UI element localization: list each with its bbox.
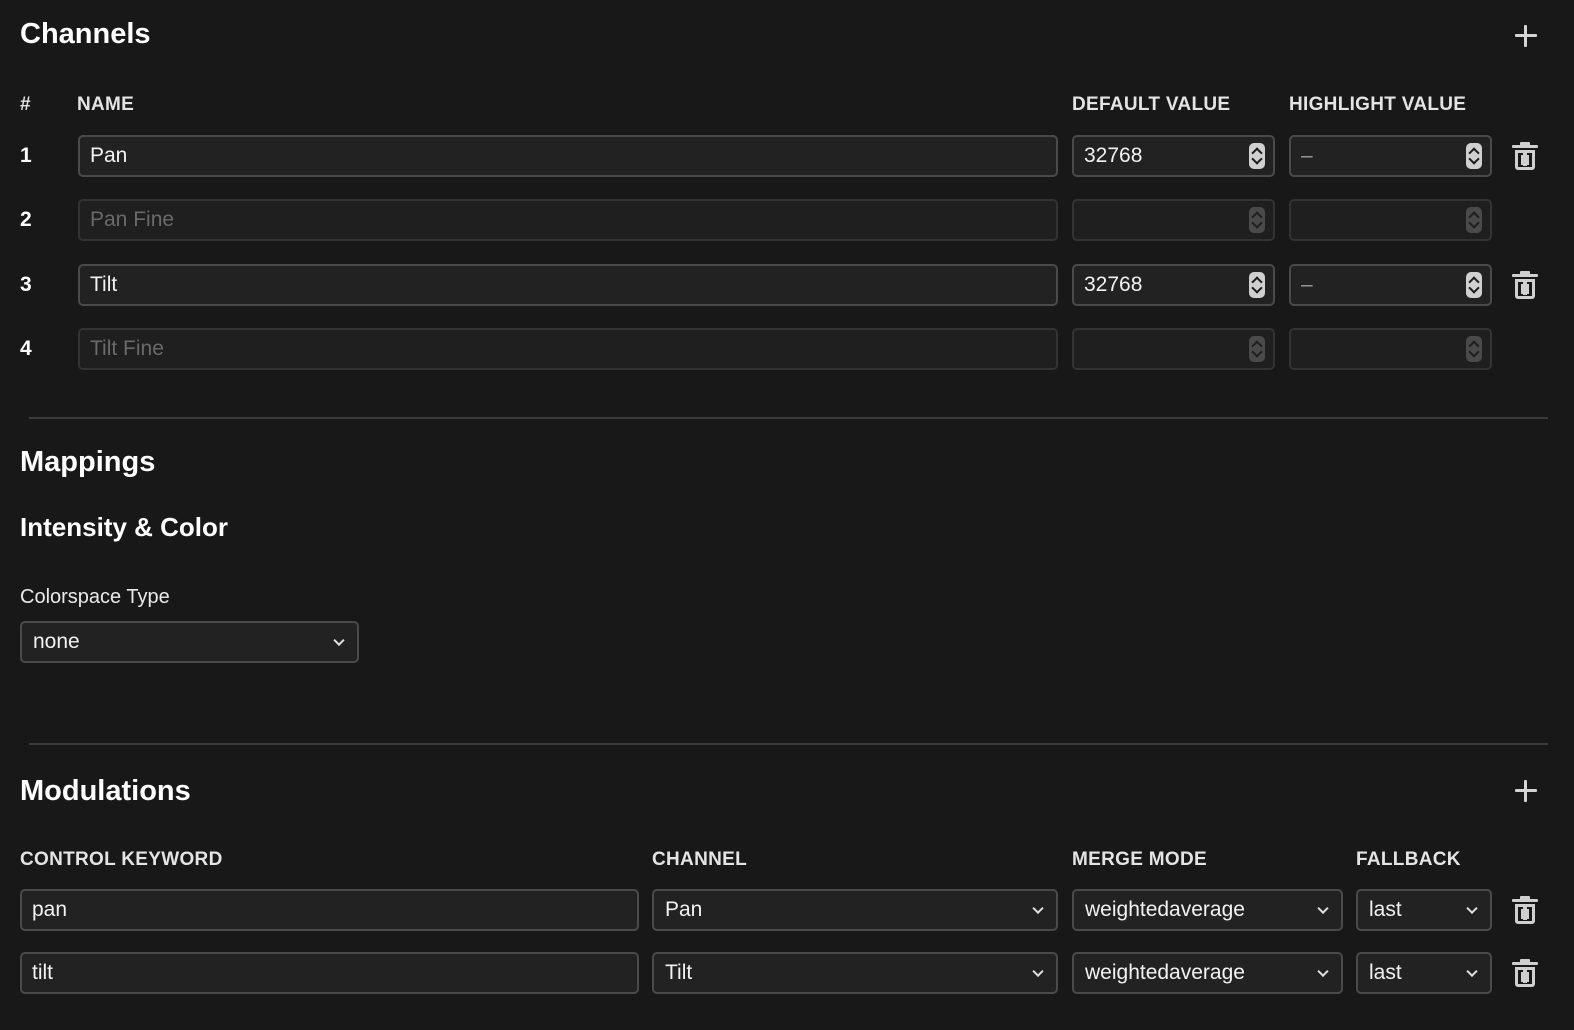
channel-name-input[interactable]: Pan [78, 135, 1058, 177]
channel-name-value: Pan [90, 144, 128, 167]
merge-mode-select[interactable]: weightedaverage [1072, 952, 1343, 994]
delete-modulation-trash-icon[interactable] [1512, 896, 1538, 924]
intensity-color-title: Intensity & Color [20, 512, 229, 542]
col-header-num: # [20, 94, 31, 115]
channels-title: Channels [20, 18, 151, 50]
fallback-select[interactable]: last [1356, 952, 1492, 994]
chevron-down-icon [1466, 965, 1478, 978]
add-modulation-plus-icon[interactable] [1512, 777, 1540, 805]
section-divider [29, 743, 1548, 745]
spinner-icon[interactable] [1466, 143, 1482, 169]
spinner-icon[interactable] [1249, 336, 1265, 362]
chevron-down-icon [1466, 902, 1478, 915]
channel-row-number: 1 [20, 144, 32, 167]
chevron-down-icon [1032, 965, 1044, 978]
col-header-control-keyword: CONTROL KEYWORD [20, 849, 223, 870]
default-value-input[interactable]: 32768 [1072, 264, 1275, 306]
control-keyword-input[interactable]: tilt [20, 952, 639, 994]
highlight-value-input[interactable] [1289, 328, 1492, 370]
spinner-icon[interactable] [1466, 272, 1482, 298]
merge-mode-value: weightedaverage [1085, 961, 1245, 984]
highlight-value: – [1301, 144, 1313, 167]
section-divider [29, 417, 1548, 419]
col-header-channel: CHANNEL [652, 849, 747, 870]
fixture-editor: Channels # NAME DEFAULT VALUE HIGHLIGHT … [0, 0, 1574, 1030]
colorspace-type-label: Colorspace Type [20, 586, 170, 608]
channel-select-value: Pan [665, 898, 703, 921]
highlight-value-input[interactable]: – [1289, 135, 1492, 177]
add-channel-plus-icon[interactable] [1512, 22, 1540, 50]
colorspace-type-value: none [33, 630, 80, 653]
delete-channel-trash-icon[interactable] [1512, 271, 1538, 299]
spinner-icon[interactable] [1466, 336, 1482, 362]
chevron-down-icon [1317, 902, 1329, 915]
fallback-value: last [1369, 961, 1402, 984]
mappings-title: Mappings [20, 446, 156, 478]
delete-channel-trash-icon[interactable] [1512, 142, 1538, 170]
channel-row-number: 2 [20, 208, 32, 231]
spinner-icon[interactable] [1249, 272, 1265, 298]
spinner-icon[interactable] [1466, 207, 1482, 233]
default-value-input[interactable]: 32768 [1072, 135, 1275, 177]
default-value-input[interactable] [1072, 328, 1275, 370]
merge-mode-value: weightedaverage [1085, 898, 1245, 921]
col-header-merge-mode: MERGE MODE [1072, 849, 1207, 870]
default-value-input[interactable] [1072, 199, 1275, 241]
channel-select[interactable]: Pan [652, 889, 1058, 931]
channel-name-placeholder: Tilt Fine [90, 337, 164, 360]
col-header-highlight-value: HIGHLIGHT VALUE [1289, 94, 1467, 115]
spinner-icon[interactable] [1249, 143, 1265, 169]
channel-row-number: 4 [20, 337, 32, 360]
default-value: 32768 [1084, 273, 1143, 296]
highlight-value: – [1301, 273, 1313, 296]
fallback-value: last [1369, 898, 1402, 921]
channel-name-input[interactable]: Tilt Fine [78, 328, 1058, 370]
channel-row-number: 3 [20, 273, 32, 296]
highlight-value-input[interactable]: – [1289, 264, 1492, 306]
channel-select[interactable]: Tilt [652, 952, 1058, 994]
col-header-fallback: FALLBACK [1356, 849, 1461, 870]
chevron-down-icon [1317, 965, 1329, 978]
channel-name-placeholder: Pan Fine [90, 208, 175, 231]
chevron-down-icon [333, 634, 345, 647]
highlight-value-input[interactable] [1289, 199, 1492, 241]
spinner-icon[interactable] [1249, 207, 1265, 233]
merge-mode-select[interactable]: weightedaverage [1072, 889, 1343, 931]
control-keyword-value: tilt [32, 961, 53, 984]
channel-name-input[interactable]: Tilt [78, 264, 1058, 306]
col-header-default-value: DEFAULT VALUE [1072, 94, 1231, 115]
fallback-select[interactable]: last [1356, 889, 1492, 931]
chevron-down-icon [1032, 902, 1044, 915]
delete-modulation-trash-icon[interactable] [1512, 959, 1538, 987]
default-value: 32768 [1084, 144, 1143, 167]
colorspace-type-select[interactable]: none [20, 621, 359, 663]
control-keyword-input[interactable]: pan [20, 889, 639, 931]
channel-name-value: Tilt [90, 273, 118, 296]
modulations-title: Modulations [20, 775, 191, 807]
col-header-name: NAME [77, 94, 135, 115]
channel-name-input[interactable]: Pan Fine [78, 199, 1058, 241]
channel-select-value: Tilt [665, 961, 693, 984]
control-keyword-value: pan [32, 898, 68, 921]
